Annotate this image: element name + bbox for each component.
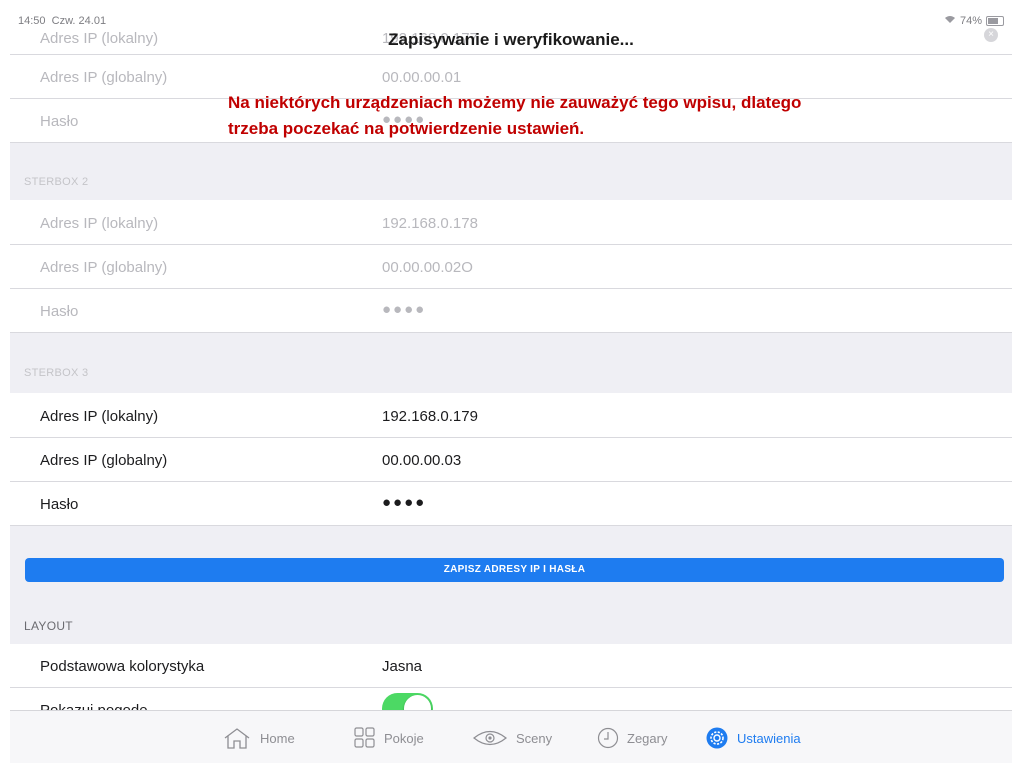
tab-label: Home [260, 730, 295, 746]
sterbox2-local-row[interactable]: Adres IP (lokalny) 192.168.0.178 [10, 200, 1012, 245]
row-value: ●●●● [382, 301, 427, 318]
status-time: 14:50 [18, 15, 46, 27]
row-label: Adres IP (lokalny) [40, 215, 159, 232]
row-value: 00.00.00.01 [382, 69, 462, 86]
wifi-icon [944, 15, 956, 27]
row-label: Adres IP (globalny) [40, 452, 168, 469]
status-right: 74% [944, 15, 1004, 27]
status-date: Czw. 24.01 [51, 15, 107, 27]
row-value: 00.00.00.03 [382, 452, 462, 469]
tab-scenes[interactable]: Sceny [472, 726, 552, 750]
weather-toggle[interactable] [382, 693, 433, 710]
home-icon [222, 727, 252, 749]
tab-label: Pokoje [384, 730, 424, 746]
row-value: 192.168.0.179 [382, 408, 478, 425]
tab-home[interactable]: Home [222, 726, 295, 750]
battery-percent: 74% [959, 15, 982, 27]
eye-icon [472, 727, 508, 749]
row-label: Hasło [40, 113, 79, 130]
sterbox3-global-row[interactable]: Adres IP (globalny) 00.00.00.03 [10, 438, 1012, 482]
row-label: Podstawowa kolorystyka [40, 658, 205, 675]
row-label: Adres IP (globalny) [40, 259, 168, 276]
sterbox3-password-row[interactable]: Hasło ●●●● [10, 482, 1012, 526]
status-time-date: 14:50 Czw. 24.01 [18, 15, 106, 27]
row-label: Hasło [40, 496, 79, 513]
tab-label: Sceny [516, 730, 553, 746]
grid-icon [354, 727, 376, 749]
weather-row[interactable]: Pokazuj pogodę [10, 688, 1012, 710]
tab-label: Ustawienia [737, 730, 801, 746]
row-value: Jasna [382, 658, 423, 675]
row-label: Adres IP (lokalny) [40, 408, 159, 425]
section-header-sterbox3: STERBOX 3 [24, 367, 89, 379]
clock-icon [597, 727, 619, 749]
tab-label: Zegary [627, 730, 668, 746]
tab-rooms[interactable]: Pokoje [354, 726, 424, 750]
sterbox2-global-row[interactable]: Adres IP (globalny) 00.00.00.02O [10, 245, 1012, 289]
color-scheme-row[interactable]: Podstawowa kolorystyka Jasna [10, 644, 1012, 688]
annotation-note: Na niektórych urządzeniach możemy nie za… [228, 93, 802, 138]
section-header-sterbox2: STERBOX 2 [24, 176, 89, 188]
row-value: 00.00.00.02O [382, 259, 473, 276]
row-label: Hasło [40, 303, 79, 320]
app-frame: 14:50 Czw. 24.01 74% Adres IP (lokalny) … [10, 10, 1012, 763]
dialog-title: Zapisywanie i weryfikowanie... [388, 30, 634, 49]
battery-icon [986, 16, 1004, 26]
row-value: 192.168.0.178 [382, 215, 478, 232]
tab-clocks[interactable]: Zegary [597, 726, 667, 750]
toggle-knob [404, 695, 431, 710]
section-header-layout: LAYOUT [24, 619, 73, 633]
tab-bar: Home Pokoje Sceny Zegary Ustawienia [10, 710, 1012, 763]
status-bar: 14:50 Czw. 24.01 74% [10, 10, 1012, 32]
row-label: Adres IP (globalny) [40, 69, 168, 86]
tab-settings[interactable]: Ustawienia [705, 726, 801, 750]
sterbox3-local-row[interactable]: Adres IP (lokalny) 192.168.0.179 [10, 393, 1012, 438]
gear-icon [705, 726, 729, 750]
sterbox2-password-row[interactable]: Hasło ●●●● [10, 289, 1012, 333]
row-label: Pokazuj pogodę [40, 702, 148, 710]
row-value: ●●●● [382, 494, 427, 511]
save-ip-password-button[interactable]: ZAPISZ ADRESY IP I HASŁA [25, 558, 1004, 582]
